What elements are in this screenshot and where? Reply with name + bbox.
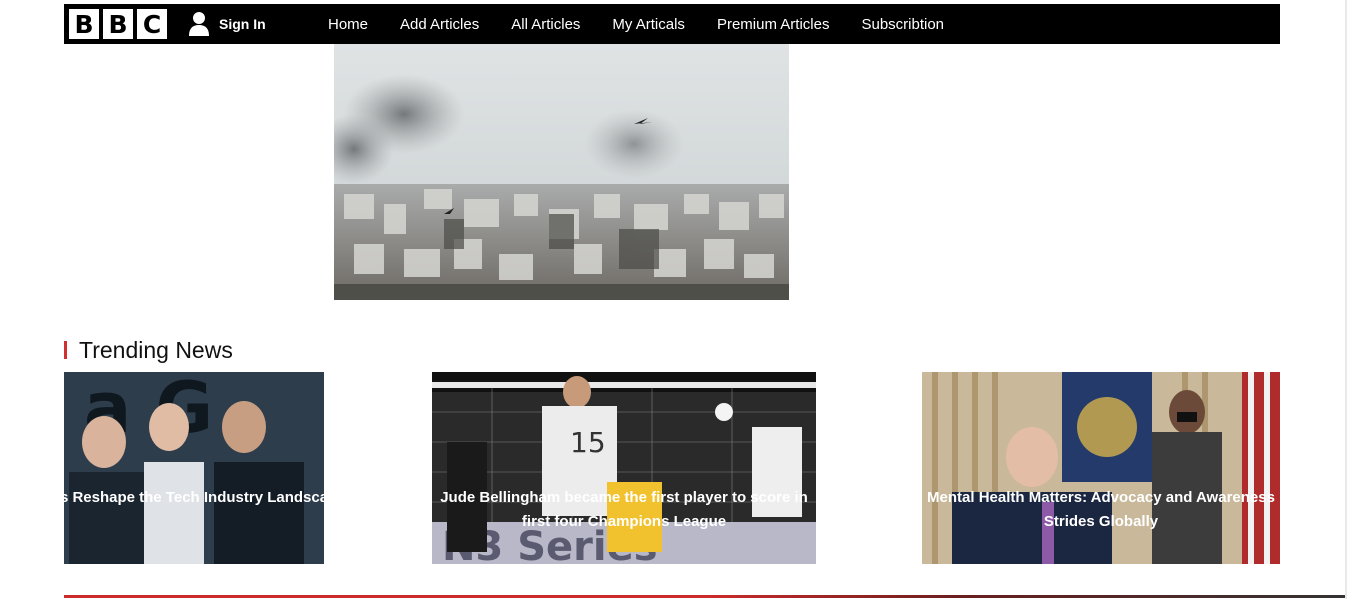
logo-letter: B <box>103 9 133 39</box>
trending-card[interactable]: Mental Health Matters: Advocacy and Awar… <box>922 372 1280 564</box>
logo-letter: C <box>137 9 167 39</box>
card-caption: Mental Health Matters: Advocacy and Awar… <box>927 489 1275 530</box>
nav-premium-articles[interactable]: Premium Articles <box>717 16 830 33</box>
nav-add-articles[interactable]: Add Articles <box>400 16 479 33</box>
footer-divider <box>64 595 1347 598</box>
svg-text:15: 15 <box>570 426 606 459</box>
hero-image[interactable] <box>334 44 789 300</box>
trending-card[interactable]: a G s Reshape the Tech Industry Landsca <box>64 372 324 564</box>
section-title: Trending News <box>64 336 233 364</box>
title-accent-bar <box>64 341 67 359</box>
bbc-logo[interactable]: B B C <box>69 9 167 39</box>
nav-all-articles[interactable]: All Articles <box>511 16 580 33</box>
trending-card[interactable]: N3 Series 15 Jude Bellingham became the … <box>432 372 816 564</box>
trending-title: Trending News <box>79 336 233 363</box>
card-caption: Jude Bellingham became the first player … <box>440 489 808 530</box>
logo-letter: B <box>69 9 99 39</box>
card-image: N3 Series 15 <box>432 372 816 564</box>
hero-photo <box>334 44 789 300</box>
page: B B C Sign In Home Add Articles All Arti… <box>0 0 1347 599</box>
signin-button[interactable]: Sign In <box>188 11 266 37</box>
card-image <box>922 372 1280 564</box>
top-navbar: B B C Sign In Home Add Articles All Arti… <box>64 4 1280 44</box>
nav-home[interactable]: Home <box>328 16 368 33</box>
nav-my-articles[interactable]: My Articals <box>612 16 685 33</box>
signin-label: Sign In <box>219 16 266 32</box>
card-image: a G <box>64 372 324 564</box>
card-caption: s Reshape the Tech Industry Landsca <box>64 489 324 506</box>
main-nav: Home Add Articles All Articles My Artica… <box>328 4 976 44</box>
nav-subscription[interactable]: Subscribtion <box>861 16 944 33</box>
user-icon <box>189 12 209 36</box>
